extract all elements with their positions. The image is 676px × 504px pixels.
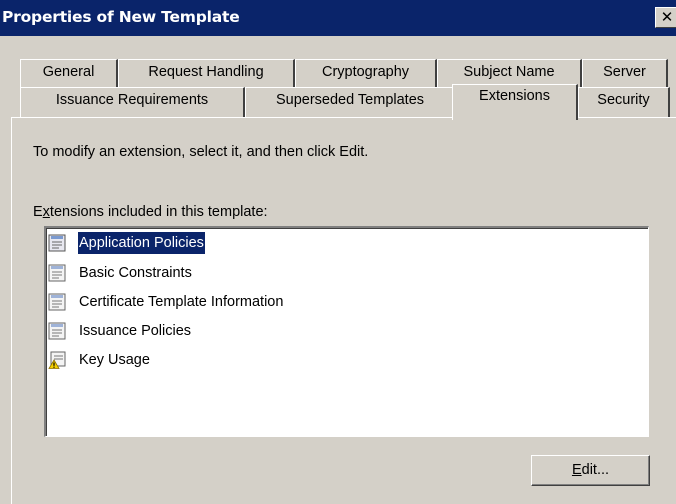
tab-cryptography[interactable]: Cryptography (295, 59, 437, 87)
tab-security[interactable]: Security (578, 87, 670, 117)
extension-icon (48, 322, 66, 340)
item-label: Key Usage (79, 352, 150, 368)
edit-button[interactable]: Edit... (531, 455, 650, 486)
extensions-list-label: Extensions included in this template: (33, 204, 268, 220)
tab-extensions[interactable]: Extensions (452, 84, 578, 120)
tab-general[interactable]: General (20, 59, 118, 87)
tab-subject-name[interactable]: Subject Name (437, 59, 582, 87)
window-title: Properties of New Template (2, 8, 240, 26)
instruction-text: To modify an extension, select it, and t… (33, 144, 369, 160)
edit-label: dit... (581, 462, 610, 478)
extension-icon (48, 293, 66, 311)
tab-server[interactable]: Server (582, 59, 668, 87)
tab-label: Subject Name (463, 64, 555, 80)
title-bar: Properties of New Template ✕ (0, 0, 676, 36)
tab-issuance-requirements[interactable]: Issuance Requirements (20, 87, 245, 117)
tab-label: Request Handling (148, 64, 264, 80)
extension-warning-icon (48, 351, 66, 369)
tab-label: General (42, 64, 95, 80)
tab-label: Extensions (479, 88, 550, 104)
edit-mnemonic: E (571, 462, 582, 478)
tab-label: Server (603, 64, 646, 80)
tab-label: Superseded Templates (275, 92, 425, 108)
extension-icon (48, 264, 66, 282)
tab-label: Security (597, 92, 650, 108)
item-label: Basic Constraints (79, 265, 192, 281)
item-label: Application Policies (78, 232, 205, 254)
tab-label: Issuance Requirements (55, 92, 209, 108)
tab-superseded-templates[interactable]: Superseded Templates (245, 87, 456, 117)
close-icon: ✕ (660, 8, 674, 26)
tab-request-handling[interactable]: Request Handling (118, 59, 295, 87)
item-label: Certificate Template Information (79, 294, 284, 310)
close-button[interactable]: ✕ (655, 7, 676, 28)
extension-icon (48, 234, 66, 252)
extensions-listbox[interactable]: Application Policies Basic Constraints C… (44, 226, 649, 437)
tab-label: Cryptography (321, 64, 410, 80)
item-label: Issuance Policies (79, 323, 192, 339)
